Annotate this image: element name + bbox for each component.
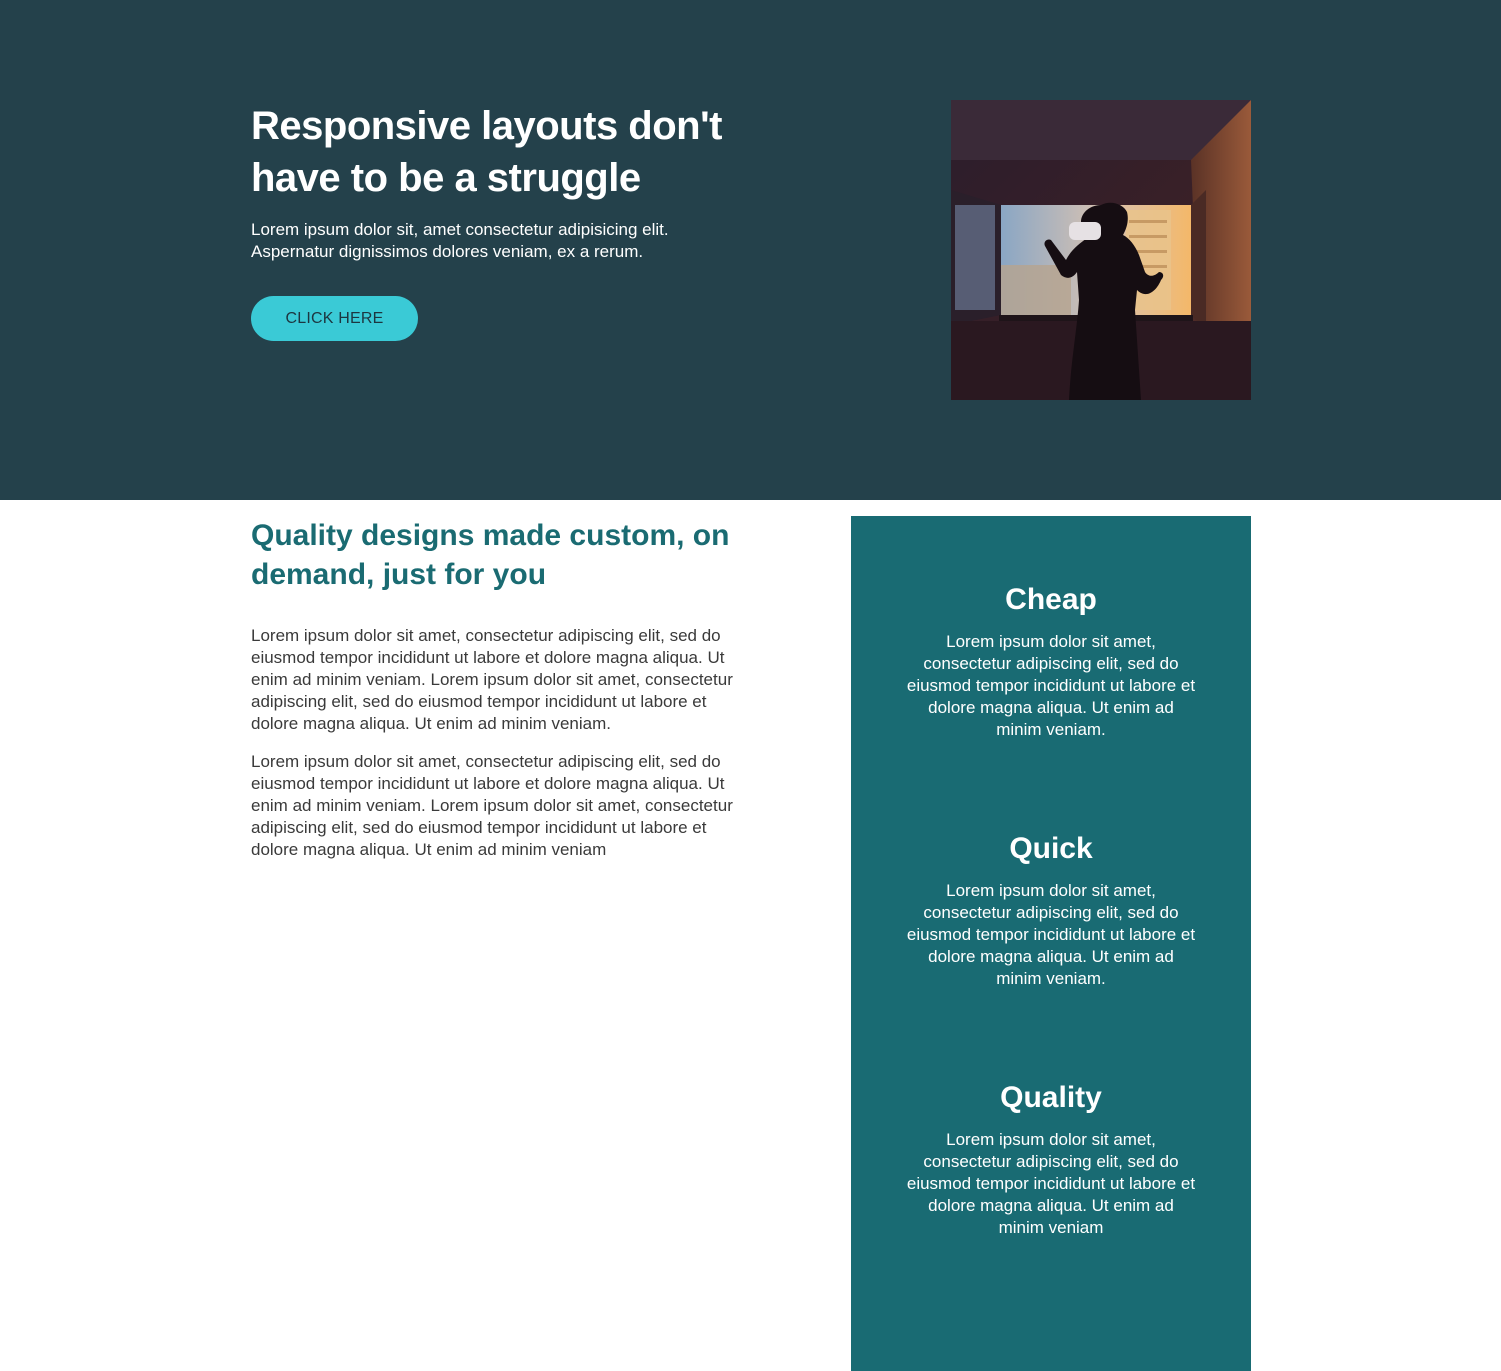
feature-quick: Quick Lorem ipsum dolor sit amet, consec… (851, 829, 1251, 990)
feature-title: Quality (1000, 1081, 1102, 1114)
feature-title: Cheap (1005, 583, 1097, 616)
hero-image (951, 100, 1251, 400)
feature-text: Lorem ipsum dolor sit amet, consectetur … (906, 1130, 1196, 1237)
click-here-button[interactable]: CLICK HERE (251, 296, 418, 341)
feature-text: Lorem ipsum dolor sit amet, consectetur … (906, 632, 1196, 739)
hero-title: Responsive layouts don't have to be a st… (251, 104, 722, 200)
section-title: Quality designs made custom, on demand, … (251, 519, 730, 591)
feature-title: Quick (1009, 832, 1093, 865)
body-paragraph: Lorem ipsum dolor sit amet, consectetur … (251, 752, 733, 859)
hero-section: Responsive layouts don't have to be a st… (0, 0, 1501, 500)
feature-cheap: Cheap Lorem ipsum dolor sit amet, consec… (851, 580, 1251, 741)
feature-quality: Quality Lorem ipsum dolor sit amet, cons… (851, 1078, 1251, 1239)
body-paragraph: Lorem ipsum dolor sit amet, consectetur … (251, 626, 733, 733)
feature-text: Lorem ipsum dolor sit amet, consectetur … (906, 881, 1196, 988)
features-panel: Cheap Lorem ipsum dolor sit amet, consec… (851, 516, 1251, 1371)
hero-subtitle: Lorem ipsum dolor sit, amet consectetur … (251, 220, 669, 261)
